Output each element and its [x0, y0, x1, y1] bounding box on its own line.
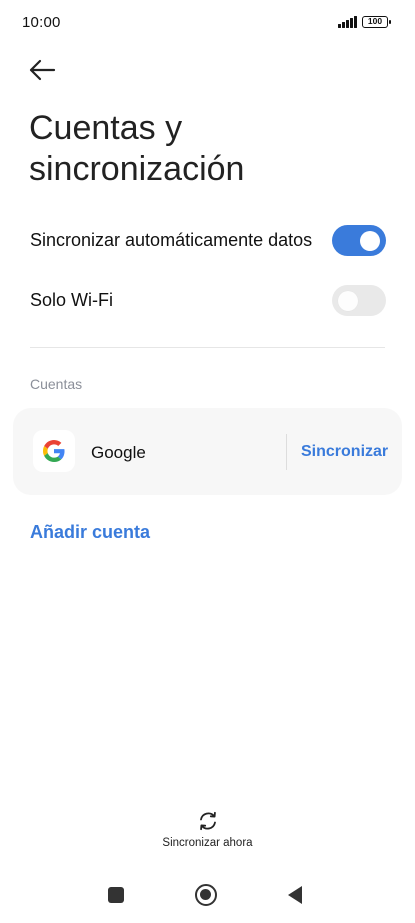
arrow-left-icon	[29, 59, 56, 81]
account-card-google[interactable]: Google Sincronizar	[13, 408, 402, 495]
recents-icon[interactable]	[108, 887, 124, 903]
toggle-knob	[360, 230, 380, 251]
wifi-only-row[interactable]: Solo Wi-Fi	[30, 280, 386, 320]
wifi-only-label: Solo Wi-Fi	[30, 290, 114, 310]
back-button[interactable]	[26, 56, 60, 84]
home-icon[interactable]	[195, 884, 217, 906]
battery-level: 100	[367, 16, 383, 26]
account-name: Google	[91, 443, 146, 462]
sync-now-button[interactable]: Sincronizar ahora	[140, 806, 275, 852]
divider	[30, 347, 385, 348]
toggle-knob	[338, 290, 358, 311]
auto-sync-toggle[interactable]	[332, 225, 386, 256]
add-account-button[interactable]: Añadir cuenta	[30, 522, 150, 543]
card-separator	[286, 434, 287, 470]
navigation-bar	[0, 873, 415, 923]
signal-icon	[338, 16, 358, 28]
status-bar: 10:00 100	[0, 0, 415, 44]
wifi-only-toggle[interactable]	[332, 285, 386, 316]
status-time: 10:00	[22, 14, 61, 31]
google-logo-icon	[33, 430, 75, 472]
sync-now-label: Sincronizar ahora	[162, 837, 253, 849]
auto-sync-row[interactable]: Sincronizar automáticamente datos	[30, 220, 386, 260]
battery-icon: 100	[362, 16, 391, 28]
back-icon[interactable]	[288, 886, 302, 904]
screen: 10:00 100 Cuentas y sincronización Sincr…	[0, 0, 415, 923]
sync-account-button[interactable]: Sincronizar	[301, 443, 388, 461]
page-title: Cuentas y sincronización	[29, 109, 245, 188]
accounts-section-header: Cuentas	[30, 376, 83, 392]
auto-sync-label: Sincronizar automáticamente datos	[30, 230, 313, 250]
sync-icon	[199, 811, 216, 831]
